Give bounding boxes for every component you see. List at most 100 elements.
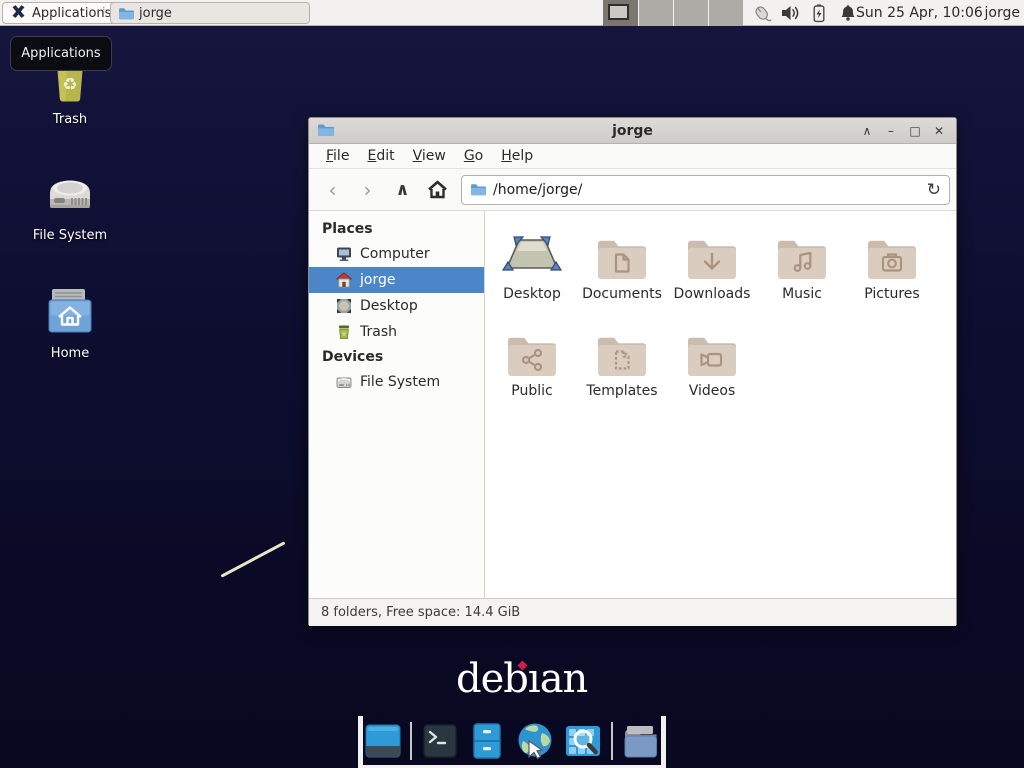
menu-view[interactable]: View [404,145,455,167]
status-text: 8 folders, Free space: 14.4 GiB [321,605,520,620]
file-item-templates[interactable]: Templates [577,316,667,413]
file-cabinet-launcher[interactable] [468,721,507,761]
workspace-switcher [603,0,743,26]
applications-tooltip: Applications [10,36,112,71]
folder-videos-icon [686,316,738,378]
menu-help[interactable]: Help [492,145,542,167]
reload-button[interactable]: ↻ [927,176,941,204]
web-browser-globe-icon [515,721,555,761]
folder-documents-icon [596,219,648,281]
file-label: Desktop [503,286,561,302]
volume-icon[interactable] [779,2,801,24]
desktop-workspace-icon [501,219,563,281]
battery-charging-icon[interactable] [808,2,830,24]
maximize-button[interactable]: □ [906,118,924,144]
folder-downloads-icon [686,219,738,281]
tooltip-text: Applications [21,46,100,61]
applications-label: Applications [32,6,111,21]
home-icon [427,180,448,199]
menu-go[interactable]: Go [455,145,492,167]
terminal-icon [421,722,459,760]
file-manager-window: jorge ∧ – □ ✕ File Edit View Go Help ‹ ›… [308,117,957,625]
file-item-documents[interactable]: Documents [577,219,667,316]
trash-icon [336,324,352,340]
menu-file[interactable]: File [317,145,358,167]
folder-public-icon [506,316,558,378]
file-label: Public [511,383,552,399]
home-button[interactable] [420,175,455,205]
workspace-4[interactable] [708,0,743,26]
places-sidebar: Places Computer jorge Desktop Trash Devi… [309,211,485,598]
close-button[interactable]: ✕ [930,118,948,144]
file-item-music[interactable]: Music [757,219,847,316]
folder-templates-icon [596,316,648,378]
file-label: Music [782,286,822,302]
sidebar-item-label: Computer [360,246,430,262]
file-label: Downloads [674,286,751,302]
file-item-videos[interactable]: Videos [667,316,757,413]
desktop-icon-label: Trash [10,112,130,127]
file-item-downloads[interactable]: Downloads [667,219,757,316]
workspace-1[interactable] [603,0,638,26]
file-label: Videos [689,383,736,399]
sidebar-item-label: Desktop [360,298,418,314]
shade-button[interactable]: ∧ [858,118,876,144]
folder-icon [118,7,134,20]
folder-pictures-icon [866,219,918,281]
desktop-icon-label: Home [10,346,130,361]
web-browser-launcher[interactable] [515,721,555,761]
file-label: Templates [586,383,657,399]
status-bar: 8 folders, Free space: 14.4 GiB [309,598,956,626]
taskbar-window-button[interactable]: jorge [110,2,310,24]
desktop-icon-home[interactable]: Home [10,286,130,361]
sidebar-item-trash[interactable]: Trash [309,319,484,345]
file-label: Documents [582,286,662,302]
wordmark-part: ı [528,656,540,702]
dock-separator [410,722,412,760]
taskbar-window-label: jorge [139,6,172,21]
sidebar-item-desktop[interactable]: Desktop [309,293,484,319]
folder-music-icon [776,219,828,281]
home-folder-icon [45,286,95,338]
wordmark-part: deb [456,656,528,702]
window-folder-icon [317,123,334,137]
home-icon [336,272,352,288]
debian-wordmark: debıan [456,656,587,702]
file-cabinet-icon [469,722,505,760]
places-header: Places [309,217,484,241]
desktop-icon-file-system[interactable]: File System [10,166,130,243]
current-path: /home/jorge/ [493,182,582,198]
harddrive-icon [45,166,95,220]
mouse-icon[interactable] [750,2,772,24]
up-button[interactable]: ∧ [385,175,420,205]
file-manager-launcher[interactable] [621,721,661,761]
workspace-window-preview [608,4,629,20]
sidebar-item-jorge[interactable]: jorge [309,267,484,293]
sidebar-item-file-system[interactable]: File System [309,369,484,395]
app-finder-launcher[interactable] [563,721,603,761]
sidebar-item-computer[interactable]: Computer [309,241,484,267]
workspace-3[interactable] [673,0,708,26]
sidebar-item-label: File System [360,374,440,390]
minimize-button[interactable]: – [882,118,900,144]
forward-button[interactable]: › [350,175,385,205]
wordmark-part: an [540,656,588,702]
file-item-public[interactable]: Public [487,316,577,413]
back-button[interactable]: ‹ [315,175,350,205]
panel-user-actions[interactable]: jorge [985,0,1020,26]
svg-text:♻: ♻ [62,75,77,95]
terminal-launcher[interactable] [420,721,459,761]
show-desktop-launcher[interactable] [363,721,402,761]
file-item-desktop[interactable]: Desktop [487,219,577,316]
applications-logo-icon [10,3,27,24]
path-folder-icon [470,183,486,196]
file-item-pictures[interactable]: Pictures [847,219,937,316]
show-desktop-icon [364,723,402,759]
devices-header: Devices [309,345,484,369]
location-bar[interactable]: /home/jorge/ ↻ [461,175,950,205]
workspace-2[interactable] [638,0,673,26]
dock-separator [611,722,613,760]
panel-clock[interactable]: Sun 25 Apr, 10:06 [856,0,983,26]
menu-edit[interactable]: Edit [358,145,403,167]
window-titlebar[interactable]: jorge ∧ – □ ✕ [309,118,956,144]
